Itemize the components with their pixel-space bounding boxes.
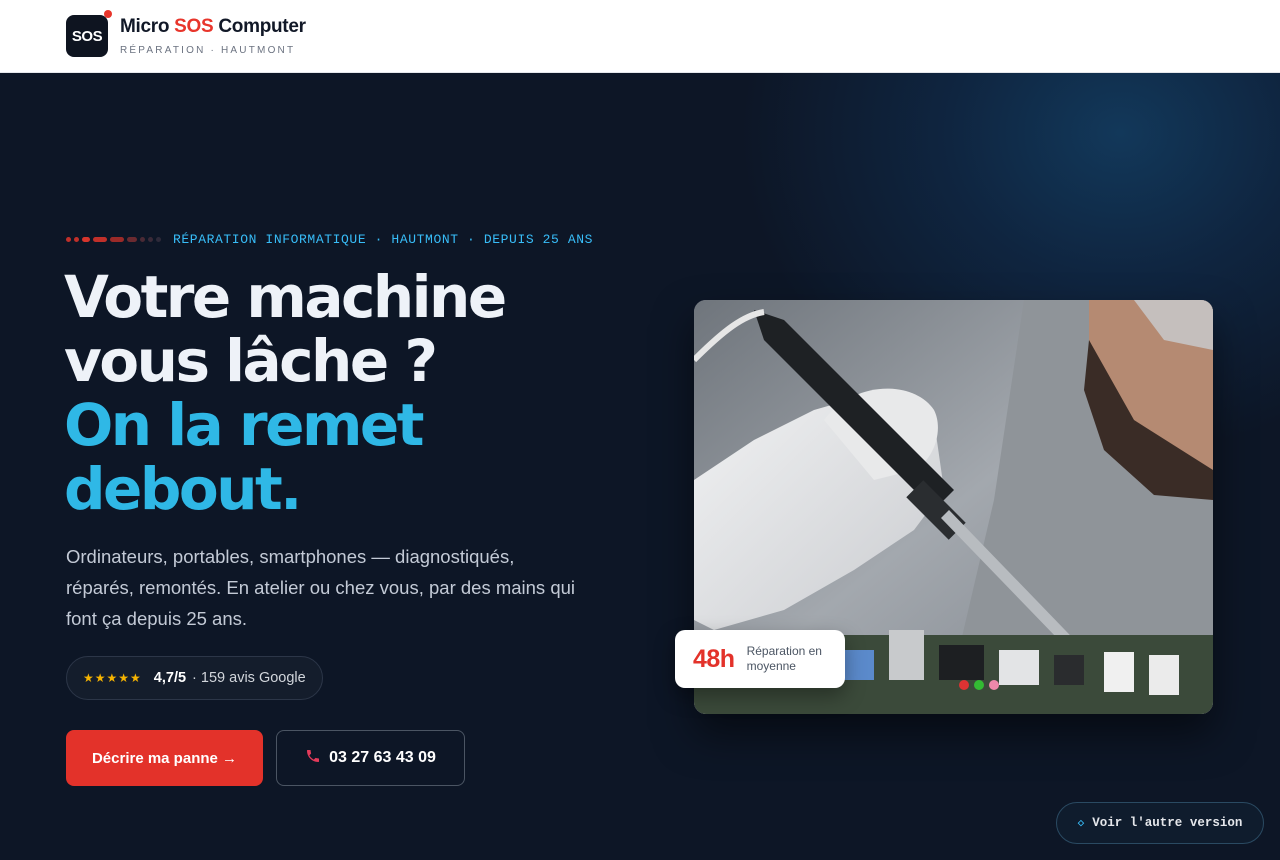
describe-issue-button[interactable]: Décrire ma panne → (66, 730, 263, 786)
phone-number: 03 27 63 43 09 (329, 749, 436, 766)
headline-accent-2: debout. (64, 455, 302, 523)
hero-eyebrow: RÉPARATION INFORMATIQUE · HAUTMONT · DEP… (66, 232, 593, 247)
brand-name[interactable]: Micro SOS Computer (120, 16, 306, 38)
hero-lead: Ordinateurs, portables, smartphones — di… (66, 546, 576, 629)
brand-tagline: RÉPARATION · HAUTMONT (120, 45, 296, 56)
star-icon: ★★★★★ (83, 671, 142, 685)
brand-highlight: SOS (174, 16, 214, 37)
headline-line-2: vous lâche ? (64, 327, 438, 395)
rating-score: 4,7/5 (153, 670, 187, 686)
rating-badge[interactable]: ★★★★★ 4,7/5 · 159 avis Google (66, 656, 323, 700)
headline-accent-1: On la remet (64, 391, 424, 459)
hero-headline: Votre machine vous lâche ? On la remet d… (64, 263, 507, 523)
repair-time-card: 48h Réparation en moyenne (675, 630, 845, 688)
eyebrow-text: RÉPARATION INFORMATIQUE · HAUTMONT · DEP… (173, 232, 594, 247)
diamond-icon: ◇ (1077, 818, 1085, 830)
site-header: SOS Micro SOS Computer RÉPARATION · HAUT… (0, 0, 1280, 73)
repair-time-value: 48h (693, 644, 735, 673)
brand-suffix: Computer (213, 16, 306, 37)
phone-button[interactable]: 03 27 63 43 09 (276, 730, 465, 786)
alternate-version-label: Voir l'autre version (1092, 816, 1243, 830)
logo[interactable]: SOS (66, 10, 112, 57)
rating-reviews: · 159 avis Google (192, 670, 306, 686)
logo-text: SOS (71, 27, 103, 45)
brand-prefix: Micro (120, 16, 175, 37)
logo-dot-icon (104, 10, 112, 18)
alternate-version-button[interactable]: ◇ Voir l'autre version (1056, 802, 1264, 844)
phone-icon (305, 748, 321, 769)
repair-time-label: Réparation en moyenne (746, 644, 822, 673)
headline-line-1: Votre machine (64, 263, 507, 331)
progress-dots-icon (66, 237, 161, 242)
